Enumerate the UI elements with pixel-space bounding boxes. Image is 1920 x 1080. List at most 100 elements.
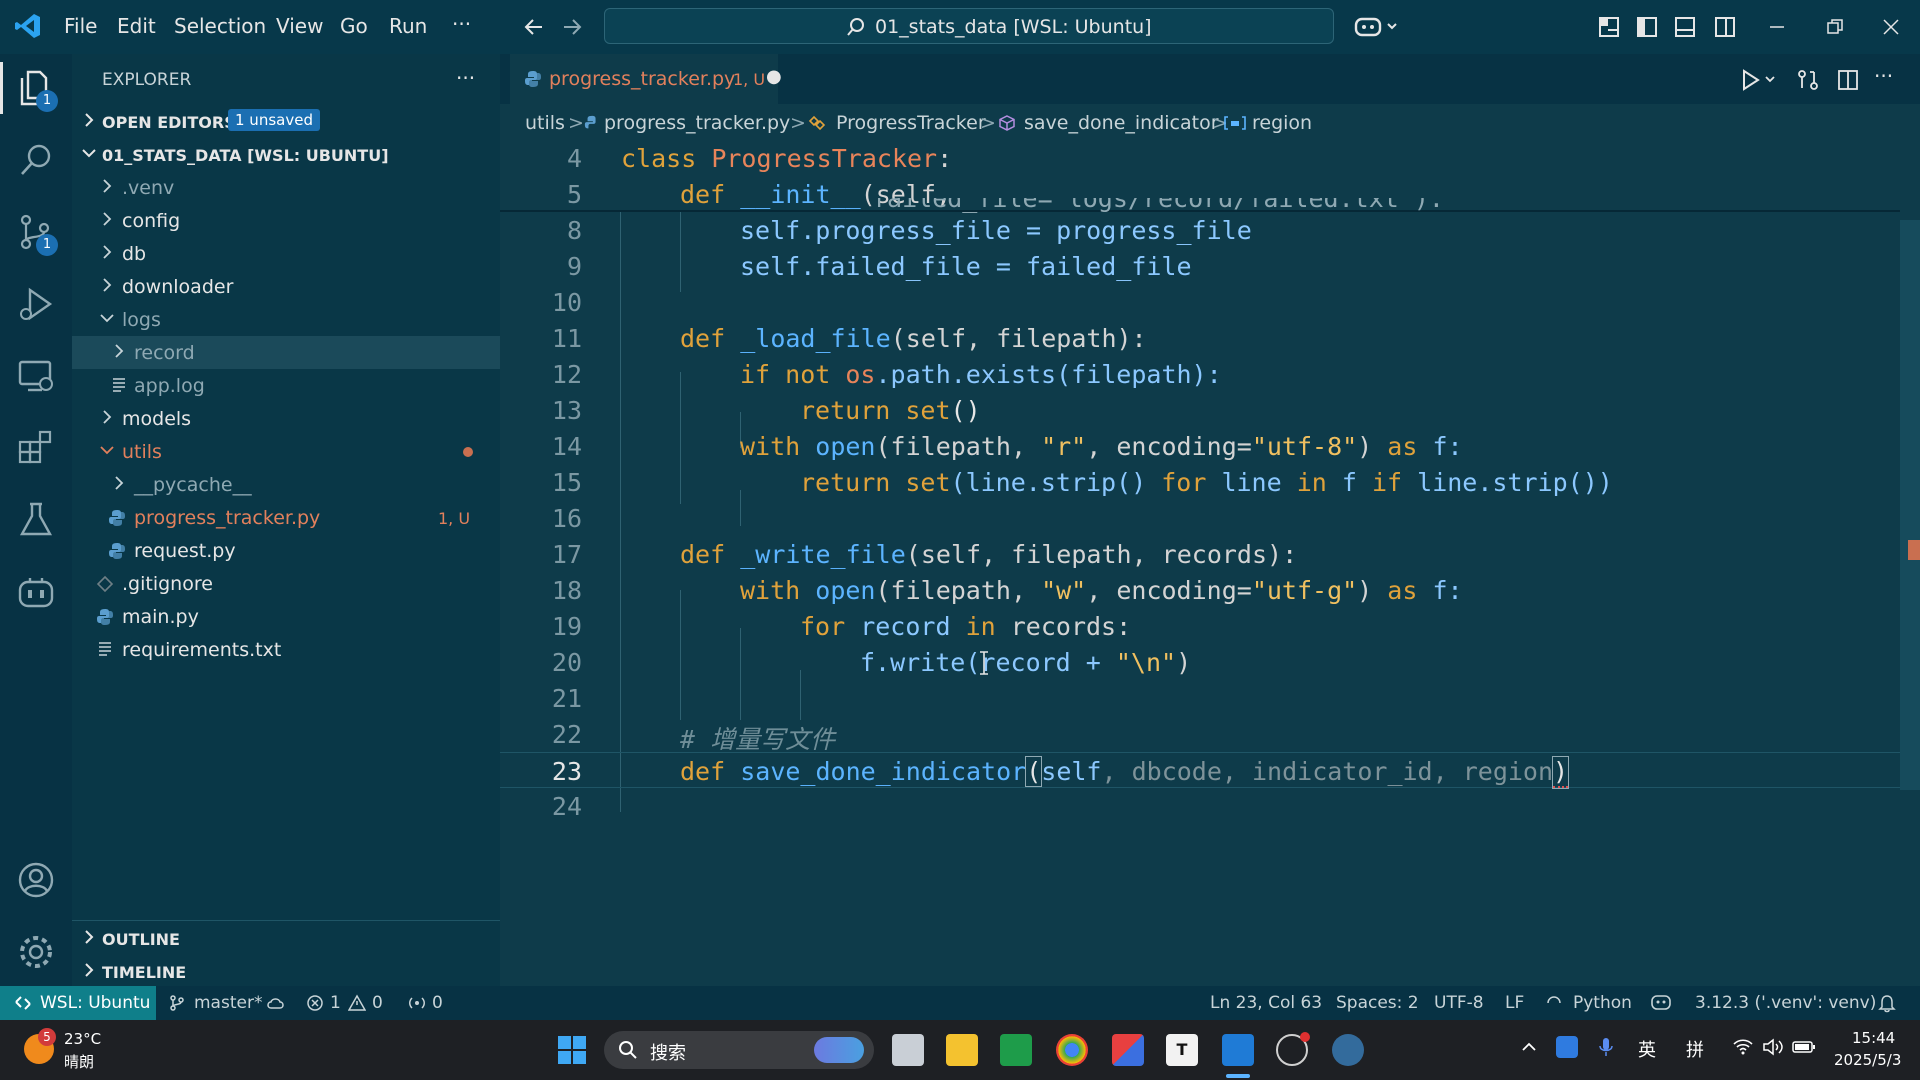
copilot-status-icon[interactable] (1650, 992, 1672, 1012)
file-explorer-icon[interactable] (946, 1034, 978, 1066)
code-line: 19 for record in records: (500, 608, 1920, 644)
open-editors-section[interactable]: OPEN EDITORS 1 unsaved (72, 105, 500, 138)
tree-folder-logs[interactable]: logs (72, 303, 500, 336)
outline-section[interactable]: OUTLINE (72, 922, 500, 955)
unsaved-dot[interactable]: ● (766, 66, 782, 87)
indentation[interactable]: Spaces: 2 (1336, 993, 1419, 1013)
microphone-icon[interactable] (1598, 1036, 1614, 1058)
breadcrumb-file[interactable]: progress_tracker.py (604, 112, 790, 134)
explorer-icon[interactable]: 1 (14, 66, 58, 112)
windows-start-icon[interactable] (556, 1034, 588, 1066)
menu-file[interactable]: File (64, 14, 97, 38)
tree-folder-pycache[interactable]: __pycache__ (72, 468, 500, 501)
menu-edit[interactable]: Edit (117, 14, 156, 38)
tree-file-main[interactable]: main.py (72, 600, 500, 633)
tree-folder-models[interactable]: models (72, 402, 500, 435)
minimize-icon[interactable] (1768, 18, 1786, 36)
breadcrumb-method[interactable]: save_done_indicator (1024, 112, 1219, 134)
account-icon[interactable] (14, 858, 58, 902)
forward-arrow-icon[interactable] (560, 15, 584, 39)
store-app-icon[interactable] (1112, 1034, 1144, 1066)
tree-folder-downloader[interactable]: downloader (72, 270, 500, 303)
source-control-icon[interactable]: 1 (14, 210, 58, 256)
tree-folder-db[interactable]: db (72, 237, 500, 270)
breadcrumb-class[interactable]: ProgressTracker (836, 112, 986, 134)
sync-cloud-icon[interactable] (266, 994, 286, 1012)
language-mode[interactable]: Python (1573, 993, 1632, 1013)
weather-badge: 5 (38, 1028, 56, 1046)
python-interpreter[interactable]: 3.12.3 ('.venv': venv) (1695, 993, 1876, 1013)
error-count[interactable]: 1 (330, 993, 341, 1013)
wifi-icon[interactable] (1732, 1038, 1754, 1056)
spreadsheet-app-icon[interactable] (1000, 1034, 1032, 1066)
settings-gear-icon[interactable] (14, 930, 58, 974)
cursor-position[interactable]: Ln 23, Col 63 (1210, 993, 1322, 1013)
toggle-secondary-sidebar-icon[interactable] (1714, 16, 1736, 38)
tree-label: downloader (122, 276, 234, 298)
tab-progress-tracker[interactable]: progress_tracker.py 1, U ● (510, 54, 782, 104)
ime-language[interactable]: 英 (1638, 1036, 1656, 1062)
explorer-more-button[interactable]: ··· (456, 66, 475, 90)
volume-icon[interactable] (1762, 1038, 1784, 1056)
line-number: 16 (551, 504, 582, 533)
tree-file-requirements[interactable]: requirements.txt (72, 633, 500, 666)
menu-more[interactable]: ··· (452, 12, 471, 36)
testing-flask-icon[interactable] (14, 498, 58, 542)
chevron-up-icon[interactable] (1520, 1038, 1538, 1056)
timeline-section[interactable]: TIMELINE (72, 955, 500, 988)
code-editor[interactable]: 4 class ProgressTracker: 5 def __init__(… (500, 140, 1920, 986)
security-shield-icon[interactable] (1556, 1036, 1578, 1058)
clock-date[interactable]: 2025/5/3 (1834, 1051, 1901, 1069)
ime-mode[interactable]: 拼 (1686, 1036, 1704, 1062)
copilot-icon[interactable] (1354, 14, 1400, 40)
end-of-line[interactable]: LF (1505, 993, 1524, 1013)
remote-indicator[interactable]: WSL: Ubuntu (0, 986, 156, 1020)
clock-time[interactable]: 15:44 (1852, 1029, 1895, 1047)
customize-layout-icon[interactable] (1598, 16, 1620, 38)
copilot-chat-icon[interactable] (14, 570, 58, 614)
notifications-bell-icon[interactable] (1878, 993, 1896, 1013)
split-editor-icon[interactable] (1836, 68, 1860, 92)
warning-count[interactable]: 0 (372, 993, 383, 1013)
tree-file-gitignore[interactable]: .gitignore (72, 567, 500, 600)
vscode-taskbar-icon[interactable] (1222, 1034, 1254, 1066)
breadcrumb-variable[interactable]: region (1252, 112, 1312, 134)
open-changes-icon[interactable] (1796, 68, 1820, 92)
editor-more-button[interactable]: ··· (1874, 64, 1893, 88)
tree-folder-utils[interactable]: utils (72, 435, 500, 468)
menu-view[interactable]: View (276, 14, 323, 38)
workspace-root[interactable]: 01_STATS_DATA [WSL: UBUNTU] (72, 138, 500, 171)
file-encoding[interactable]: UTF-8 (1434, 993, 1484, 1013)
command-center-search[interactable]: 01_stats_data [WSL: Ubuntu] (604, 8, 1334, 44)
git-branch[interactable]: master* (194, 993, 262, 1013)
vertical-scrollbar[interactable] (1900, 220, 1920, 790)
search-icon[interactable] (14, 138, 58, 182)
extensions-icon[interactable] (14, 426, 58, 470)
breadcrumb-folder[interactable]: utils (525, 112, 565, 134)
ports-count[interactable]: 0 (432, 993, 443, 1013)
toggle-panel-icon[interactable] (1674, 16, 1696, 38)
back-arrow-icon[interactable] (522, 15, 546, 39)
tree-file-request[interactable]: request.py (72, 534, 500, 567)
taskbar-search[interactable]: 搜索 (604, 1031, 874, 1069)
typora-icon[interactable]: T (1166, 1034, 1198, 1066)
tree-file-progress-tracker[interactable]: progress_tracker.py 1, U (72, 501, 500, 534)
close-icon[interactable] (1882, 18, 1900, 36)
battery-icon[interactable] (1792, 1040, 1816, 1054)
postgres-icon[interactable] (1332, 1034, 1364, 1066)
remote-explorer-icon[interactable] (14, 354, 58, 398)
chrome-icon[interactable] (1056, 1034, 1088, 1066)
tree-file-app-log[interactable]: app.log (72, 369, 500, 402)
task-view-icon[interactable] (892, 1034, 924, 1066)
tree-folder-config[interactable]: config (72, 204, 500, 237)
menu-selection[interactable]: Selection (174, 14, 266, 38)
menu-go[interactable]: Go (340, 14, 368, 38)
run-debug-icon[interactable] (14, 282, 58, 326)
tree-folder-record[interactable]: record (72, 336, 500, 369)
run-python-file-icon[interactable] (1740, 68, 1780, 92)
menu-run[interactable]: Run (389, 14, 427, 38)
code-line: 16 (500, 500, 1920, 536)
toggle-primary-sidebar-icon[interactable] (1636, 16, 1658, 38)
tree-folder-venv[interactable]: .venv (72, 171, 500, 204)
restore-icon[interactable] (1826, 18, 1844, 36)
